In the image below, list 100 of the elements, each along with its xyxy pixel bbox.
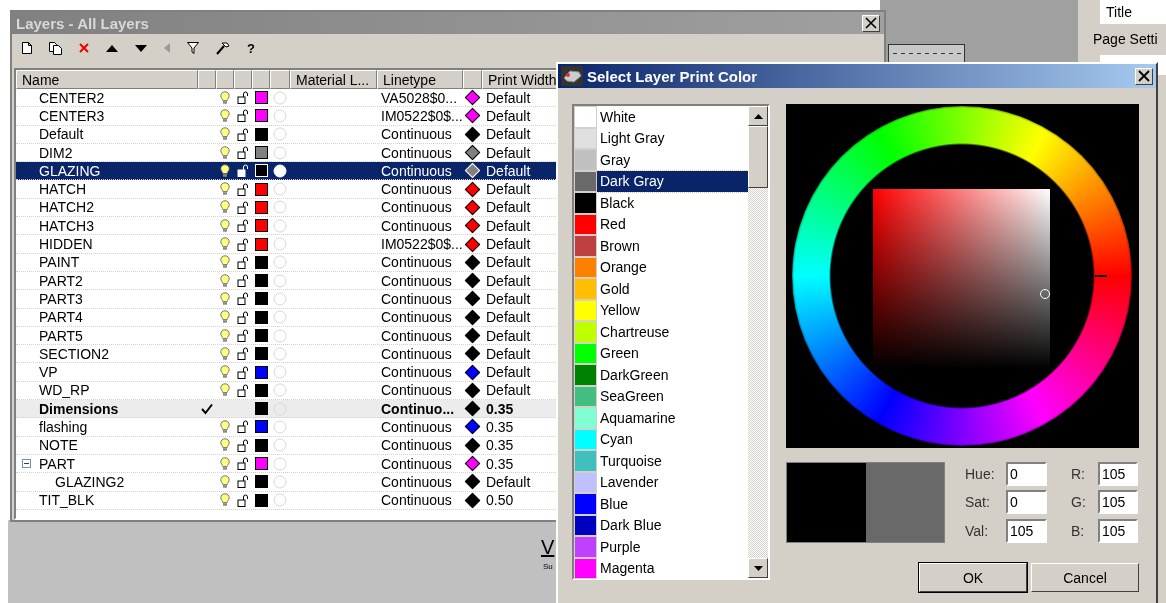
layer-color-swatch[interactable] xyxy=(254,493,268,507)
layer-color-swatch[interactable] xyxy=(254,329,268,342)
number-field[interactable]: 105 xyxy=(1098,462,1138,487)
color-list-item[interactable]: White xyxy=(574,106,748,128)
layer-color-swatch[interactable] xyxy=(254,420,268,434)
print-width-text: Default xyxy=(486,162,531,179)
delete-icon[interactable] xyxy=(79,43,89,53)
layer-color-swatch[interactable] xyxy=(254,182,268,196)
print-width-text: Default xyxy=(486,309,531,326)
open-lock-icon[interactable] xyxy=(237,493,249,507)
open-lock-icon[interactable] xyxy=(237,310,249,324)
layer-color-swatch[interactable] xyxy=(254,237,268,251)
number-field[interactable]: 0 xyxy=(1006,490,1047,515)
page-settings-label: Page Setti xyxy=(1093,31,1158,47)
open-lock-icon[interactable] xyxy=(237,365,249,379)
layer-color-swatch[interactable] xyxy=(254,457,268,471)
layer-color-swatch[interactable] xyxy=(254,109,268,123)
linetype-text: Continuous xyxy=(381,144,452,161)
open-lock-icon[interactable] xyxy=(237,255,249,269)
layer-color-swatch[interactable] xyxy=(254,127,268,141)
column-header[interactable] xyxy=(234,70,252,89)
layer-color-swatch[interactable] xyxy=(254,200,268,214)
open-lock-icon[interactable] xyxy=(237,237,249,251)
open-lock-icon[interactable] xyxy=(237,274,249,288)
saturation-value-square[interactable] xyxy=(873,189,1050,369)
layer-name: NOTE xyxy=(39,437,78,454)
layer-color-swatch[interactable] xyxy=(254,402,268,416)
column-header[interactable]: Material L... xyxy=(290,70,377,89)
layer-color-swatch[interactable] xyxy=(254,292,268,306)
linetype-text: Continuous xyxy=(381,345,452,362)
layer-color-swatch[interactable] xyxy=(254,91,268,105)
new-document-icon[interactable] xyxy=(22,42,32,54)
column-header[interactable] xyxy=(252,70,270,89)
move-down-icon[interactable] xyxy=(135,44,147,52)
layer-color-swatch[interactable] xyxy=(254,310,268,324)
layer-color-swatch[interactable] xyxy=(254,475,268,489)
light-bulb-icon[interactable] xyxy=(220,163,230,178)
open-lock-icon[interactable] xyxy=(237,109,249,123)
filter-icon[interactable] xyxy=(187,42,199,54)
scroll-up-button[interactable] xyxy=(748,106,768,126)
column-header[interactable]: Name xyxy=(16,70,198,89)
number-field[interactable]: 105 xyxy=(1098,490,1138,515)
open-lock-icon[interactable] xyxy=(237,347,249,361)
layer-color-swatch[interactable] xyxy=(254,274,268,288)
column-header[interactable] xyxy=(270,70,290,89)
print-width-text: 0.35 xyxy=(486,437,514,454)
copy-document-icon[interactable] xyxy=(49,41,62,55)
print-width-text: Default xyxy=(486,272,531,289)
ok-button[interactable]: OK xyxy=(919,563,1027,592)
color-list-item[interactable]: Lavender xyxy=(574,471,748,493)
open-lock-icon[interactable] xyxy=(237,127,249,141)
color-list-item[interactable]: Dark Blue xyxy=(574,514,748,536)
title-field[interactable]: Title xyxy=(1100,0,1166,24)
open-lock-icon[interactable] xyxy=(237,292,249,306)
number-field[interactable]: 105 xyxy=(1006,518,1047,543)
color-list-item[interactable]: Magenta xyxy=(574,557,748,579)
open-lock-icon[interactable] xyxy=(237,164,249,178)
open-lock-icon[interactable] xyxy=(237,457,249,471)
open-lock-icon[interactable] xyxy=(237,146,249,160)
hue-marker[interactable] xyxy=(1095,275,1107,277)
layer-color-swatch[interactable] xyxy=(254,219,268,233)
layer-name: flashing xyxy=(39,419,88,435)
close-button[interactable] xyxy=(862,14,880,32)
number-field[interactable]: 0 xyxy=(1006,462,1047,487)
scrollbar[interactable] xyxy=(748,106,768,578)
open-lock-icon[interactable] xyxy=(237,420,249,434)
layer-color-swatch[interactable] xyxy=(254,438,268,452)
color-list-item[interactable]: Purple xyxy=(574,536,748,558)
layer-name: PART xyxy=(39,455,76,472)
move-up-icon[interactable] xyxy=(106,44,118,52)
linetype-text: Continuous xyxy=(381,327,452,344)
open-lock-icon[interactable] xyxy=(237,91,249,105)
number-field[interactable]: 105 xyxy=(1098,518,1138,543)
open-lock-icon[interactable] xyxy=(237,329,249,342)
close-button[interactable] xyxy=(1135,67,1153,85)
layer-color-swatch[interactable] xyxy=(254,255,268,269)
column-header[interactable]: Linetype xyxy=(377,70,463,89)
open-lock-icon[interactable] xyxy=(237,219,249,233)
linetype-text: Continuous xyxy=(381,126,452,143)
open-lock-icon[interactable] xyxy=(237,182,249,196)
open-lock-icon[interactable] xyxy=(237,438,249,452)
column-header[interactable] xyxy=(216,70,234,89)
scroll-thumb[interactable] xyxy=(748,126,768,188)
hammer-icon[interactable] xyxy=(216,41,230,55)
collapse-icon[interactable] xyxy=(22,459,31,469)
print-width-text: Default xyxy=(486,126,531,143)
layer-color-swatch[interactable] xyxy=(254,146,268,160)
print-width-text: Default xyxy=(486,144,531,161)
open-lock-icon[interactable] xyxy=(237,200,249,214)
open-lock-icon[interactable] xyxy=(237,383,249,397)
column-header[interactable] xyxy=(463,70,482,89)
help-button[interactable]: ? xyxy=(247,40,255,56)
open-lock-icon[interactable] xyxy=(237,475,249,489)
cancel-button[interactable]: Cancel xyxy=(1031,563,1139,592)
layer-color-swatch[interactable] xyxy=(254,383,268,397)
scroll-down-button[interactable] xyxy=(748,558,768,578)
linetype-text: Continuous xyxy=(381,492,452,509)
layer-color-swatch[interactable] xyxy=(254,365,268,379)
layer-color-swatch[interactable] xyxy=(254,347,268,361)
column-header[interactable] xyxy=(198,70,216,89)
